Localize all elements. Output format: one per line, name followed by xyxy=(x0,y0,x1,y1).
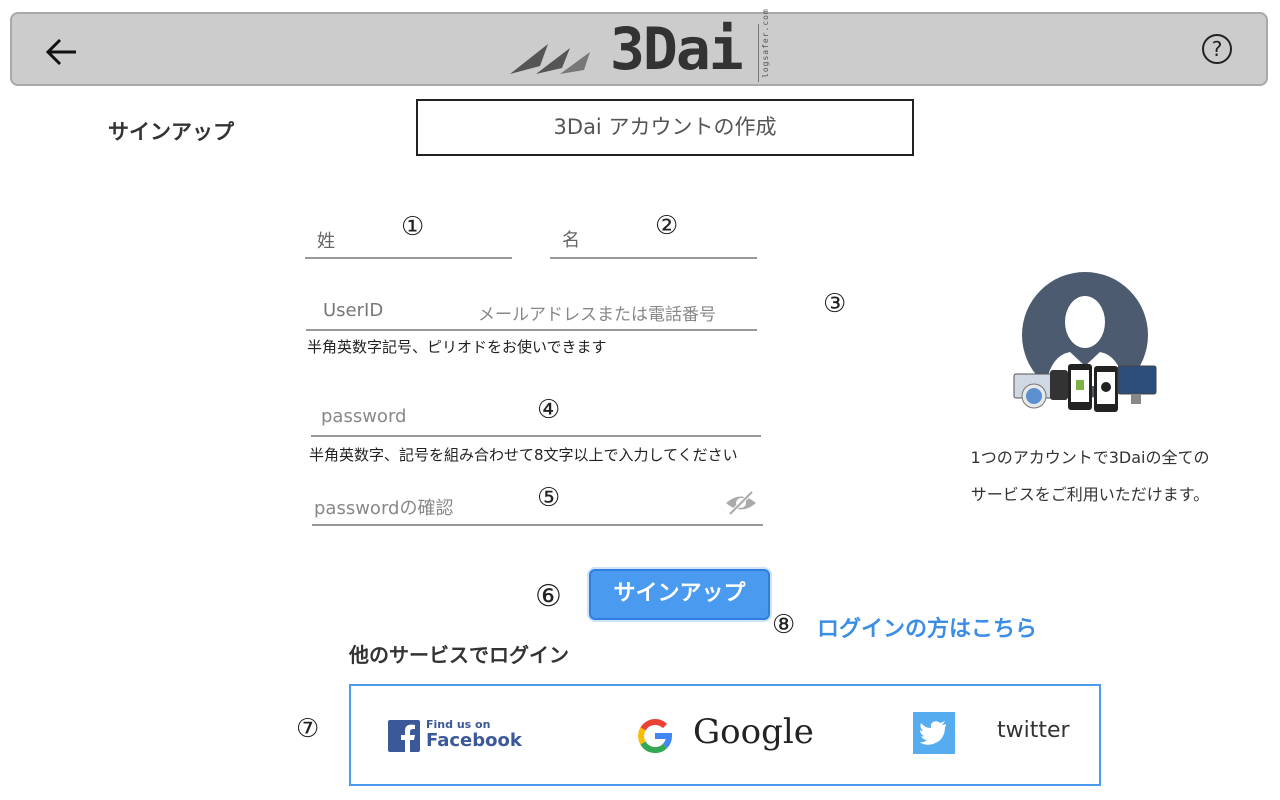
twitter-text: twitter xyxy=(997,718,1070,743)
userid-label: UserID xyxy=(323,300,384,321)
last-name-label: 姓 xyxy=(317,231,335,252)
twitter-icon xyxy=(913,712,955,754)
signup-button[interactable]: サインアップ xyxy=(589,569,770,620)
account-illustration xyxy=(1006,270,1166,420)
annotation-8: ⑧ xyxy=(772,610,796,640)
logo-text: 3Dai xyxy=(610,15,744,83)
annotation-7: ⑦ xyxy=(296,714,320,744)
facebook-icon xyxy=(388,720,420,752)
logo: 3Dai logsafer.com xyxy=(510,8,780,84)
page-title: 3Dai アカウントの作成 xyxy=(416,99,914,156)
userid-field[interactable]: UserID メールアドレスまたは電話番号 xyxy=(306,294,757,331)
facebook-text: Facebook xyxy=(426,730,522,751)
side-text-line1: 1つのアカウントで3Daiの全ての xyxy=(970,448,1210,467)
annotation-6: ⑥ xyxy=(535,579,562,614)
first-name-field[interactable]: 名 xyxy=(550,218,757,259)
google-login-button[interactable]: Google xyxy=(635,712,815,756)
password-placeholder: password xyxy=(321,406,407,427)
help-icon[interactable]: ? xyxy=(1202,34,1232,64)
userid-hint: 半角英数字記号、ピリオドをお使いできます xyxy=(307,338,607,356)
google-text: Google xyxy=(693,712,814,752)
eye-slash-icon[interactable] xyxy=(724,490,758,516)
app-header: 3Dai logsafer.com ? xyxy=(10,8,1268,86)
other-login-title: 他のサービスでログイン xyxy=(349,643,569,667)
social-login-box: Find us on Facebook Google twitter xyxy=(349,684,1101,786)
user-avatar-icon xyxy=(1013,272,1157,412)
annotation-1: ① xyxy=(401,212,425,242)
password-confirm-placeholder: passwordの確認 xyxy=(314,498,454,519)
logo-divider xyxy=(758,24,759,82)
login-link[interactable]: ログインの方はこちら xyxy=(817,611,1037,643)
annotation-2: ② xyxy=(655,211,679,241)
logo-wing-icon xyxy=(510,44,590,74)
userid-placeholder: メールアドレスまたは電話番号 xyxy=(478,305,716,325)
annotation-5: ⑤ xyxy=(537,483,561,513)
facebook-login-button[interactable]: Find us on Facebook xyxy=(388,718,522,752)
logo-subtext: logsafer.com xyxy=(761,8,770,78)
password-hint: 半角英数字、記号を組み合わせて8文字以上で入力してください xyxy=(309,446,738,464)
google-icon xyxy=(638,719,672,754)
side-text-line2: サービスをご利用いただけます。 xyxy=(970,485,1210,504)
twitter-login-button[interactable]: twitter xyxy=(913,712,1083,754)
first-name-label: 名 xyxy=(562,230,580,251)
back-arrow-icon[interactable] xyxy=(42,32,82,72)
annotation-3: ③ xyxy=(823,289,847,319)
annotation-4: ④ xyxy=(537,395,561,425)
password-field[interactable]: password xyxy=(311,400,761,437)
section-title: サインアップ xyxy=(108,120,234,144)
